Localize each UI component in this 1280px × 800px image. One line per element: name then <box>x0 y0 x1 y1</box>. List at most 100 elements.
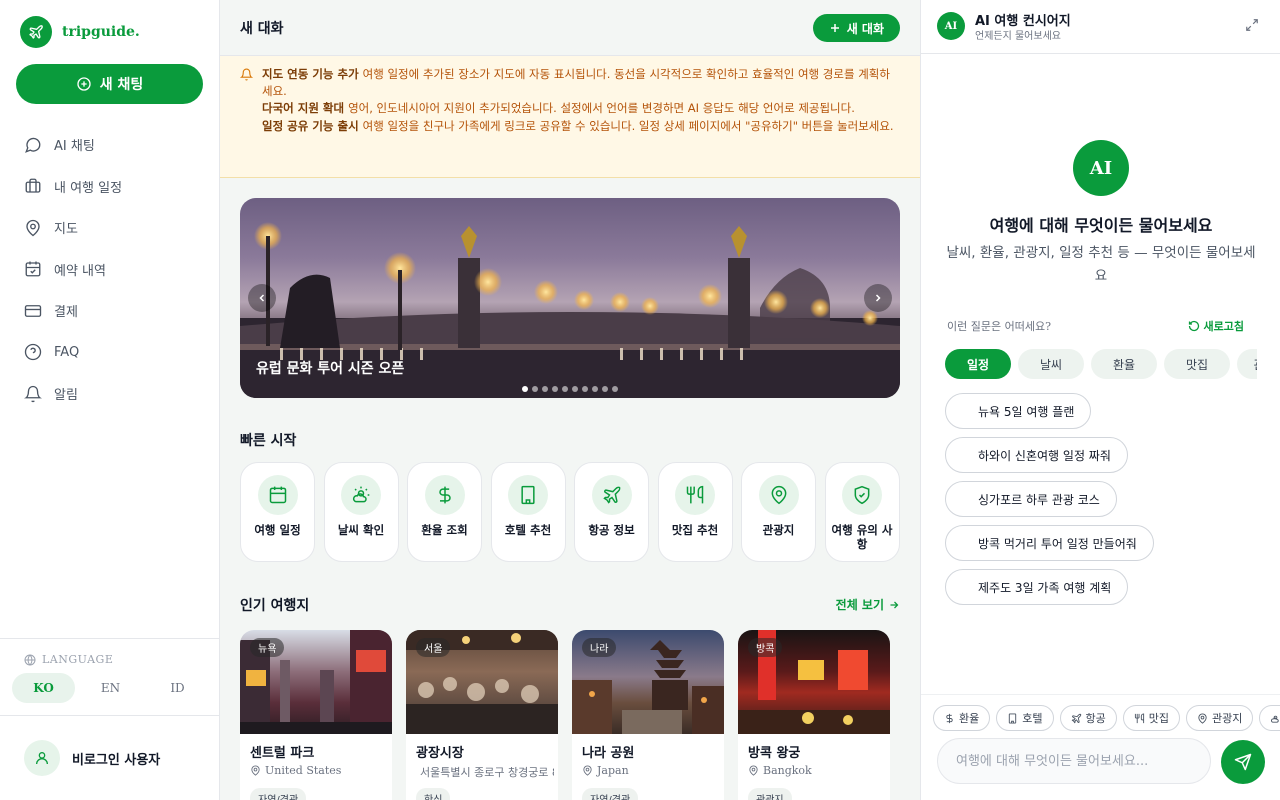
bell-icon <box>240 68 253 81</box>
brand-logo[interactable]: tripguide. <box>20 16 140 48</box>
sidebar-item-payment[interactable]: 결제 <box>0 290 219 332</box>
quick-icon-wrap <box>508 475 548 515</box>
sidebar-item-label: 내 여행 일정 <box>54 180 123 196</box>
carousel-dot[interactable] <box>592 386 598 392</box>
destination-card[interactable]: 서울 광장시장 서울특별시 종로구 창경궁로 88 한식 <box>406 630 558 800</box>
send-button[interactable] <box>1221 740 1265 784</box>
carousel-dot[interactable] <box>522 386 528 392</box>
language-option-ko[interactable]: KO <box>12 673 75 703</box>
carousel-dot[interactable] <box>542 386 548 392</box>
chip-label: 호텔 <box>1022 712 1043 725</box>
chip-attractions[interactable]: 관광지 <box>1186 705 1254 731</box>
destination-tag: 나라 <box>582 638 617 657</box>
suggestion-chip[interactable]: 하와이 신혼여행 일정 짜줘 <box>945 437 1128 473</box>
quick-start-label: 항공 정보 <box>588 523 635 537</box>
new-chat-button[interactable]: 새 채팅 <box>16 64 203 104</box>
dollar-icon <box>438 486 451 504</box>
chip-restaurant[interactable]: 맛집 <box>1122 705 1180 731</box>
quick-start-exchange[interactable]: 환율 조회 <box>407 462 482 562</box>
language-label: LANGUAGE <box>42 653 114 666</box>
credit-card-icon <box>24 304 42 317</box>
hero-next-button[interactable] <box>864 284 892 312</box>
destination-image: 방콕 <box>738 630 890 734</box>
destination-card[interactable]: 방콕 방콕 왕궁 Bangkok 관광지 <box>738 630 890 800</box>
expand-button[interactable] <box>1245 18 1259 32</box>
chat-input[interactable] <box>956 753 1196 769</box>
quick-start-restaurant[interactable]: 맛집 추천 <box>657 462 733 562</box>
language-option-en[interactable]: EN <box>79 673 142 703</box>
category-tab-itinerary[interactable]: 일정 <box>945 349 1011 379</box>
refresh-button[interactable]: 새로고침 <box>1188 318 1244 334</box>
sidebar-item-my-trips[interactable]: 내 여행 일정 <box>0 166 219 208</box>
brand-name: tripguide. <box>62 24 140 40</box>
category-tab-exchange[interactable]: 환율 <box>1091 349 1157 379</box>
quick-start-itinerary[interactable]: 여행 일정 <box>240 462 315 562</box>
chip-flight[interactable]: 항공 <box>1059 705 1117 731</box>
quick-start-label: 호텔 추천 <box>504 523 552 537</box>
hero-carousel[interactable]: 유럽 문화 투어 시즌 오픈 <box>240 198 900 398</box>
sidebar-item-faq[interactable]: FAQ <box>0 332 219 374</box>
sidebar-item-notifications[interactable]: 알림 <box>0 373 219 415</box>
map-pin-icon <box>583 765 592 776</box>
quick-start-attractions[interactable]: 관광지 <box>741 462 816 562</box>
see-all-link[interactable]: 전체 보기 <box>836 596 900 613</box>
carousel-dot[interactable] <box>562 386 568 392</box>
user-profile[interactable]: 비로그인 사용자 <box>24 740 160 776</box>
quick-start-hotel[interactable]: 호텔 추천 <box>490 462 566 562</box>
send-icon <box>1234 753 1252 771</box>
suggestion-chip[interactable]: 제주도 3일 가족 여행 계획 <box>945 569 1129 605</box>
notice-banner: 지도 연동 기능 추가 여행 일정에 추가된 장소가 지도에 자동 표시됩니다. … <box>220 56 920 178</box>
chip-label: 맛집 <box>1148 712 1169 725</box>
carousel-dot[interactable] <box>552 386 558 392</box>
quick-start-list: 여행 일정 날씨 확인 환율 조회 호텔 추천 항공 정보 맛집 추천 관광지 <box>240 462 900 562</box>
assistant-header: AI AI 여행 컨시어지 언제든지 물어보세요 <box>921 0 1280 54</box>
destination-category: 자연/경관 <box>582 788 639 800</box>
sidebar-item-label: 알림 <box>54 388 78 404</box>
chip-label: 항공 <box>1085 712 1106 725</box>
carousel-dot[interactable] <box>612 386 618 392</box>
sidebar-item-bookings[interactable]: 예약 내역 <box>0 249 219 291</box>
utensils-icon <box>1134 712 1144 723</box>
language-options: KO EN ID <box>12 673 213 703</box>
chip-exchange[interactable]: 환율 <box>933 705 991 731</box>
assistant-avatar: AI <box>937 12 965 40</box>
sidebar-item-ai-chat[interactable]: AI 채팅 <box>0 124 219 166</box>
suggestion-chip[interactable]: 뉴욕 5일 여행 플랜 <box>945 393 1092 429</box>
sidebar-item-map[interactable]: 지도 <box>0 207 219 249</box>
notice-item: 일정 공유 기능 출시 여행 일정을 친구나 가족에게 링크로 공유할 수 있습니… <box>262 118 900 135</box>
chevron-right-icon <box>875 294 881 302</box>
destination-category: 한식 <box>416 788 451 800</box>
quick-start-label: 날씨 확인 <box>337 523 385 537</box>
destination-card[interactable]: 뉴욕 센트럴 파크 United States 자연/경관 <box>240 630 392 800</box>
destination-name: 센트럴 파크 <box>250 746 315 761</box>
language-option-id[interactable]: ID <box>146 673 209 703</box>
suggestion-chip[interactable]: 싱가포르 하루 관광 코스 <box>945 481 1117 517</box>
quick-start-travel-advisory[interactable]: 여행 유의 사항 <box>824 462 900 562</box>
suggestion-chip[interactable]: 방콕 먹거리 투어 일정 만들어줘 <box>945 525 1154 561</box>
hero-caption: 유럽 문화 투어 시즌 오픈 <box>256 361 405 377</box>
plane-icon <box>1071 713 1081 723</box>
carousel-dot[interactable] <box>532 386 538 392</box>
new-conversation-button[interactable]: 새 대화 <box>812 14 900 42</box>
chip-hotel[interactable]: 호텔 <box>996 705 1054 731</box>
destination-card[interactable]: 나라 나라 공원 Japan 자연/경관 <box>572 630 724 800</box>
carousel-dot[interactable] <box>582 386 588 392</box>
quick-start-flight[interactable]: 항공 정보 <box>574 462 649 562</box>
chip-weather[interactable]: 날씨 <box>1259 705 1280 731</box>
page-title: 새 대화 <box>240 21 284 37</box>
map-pin-icon <box>251 765 260 776</box>
refresh-icon <box>1188 320 1199 332</box>
category-tab-attractions[interactable]: 관광지 <box>1237 349 1257 379</box>
category-tab-restaurant[interactable]: 맛집 <box>1164 349 1230 379</box>
quick-icon-wrap <box>341 475 381 515</box>
destination-category: 자연/경관 <box>250 788 307 800</box>
arrow-right-icon <box>890 601 899 608</box>
destination-location-text: United States <box>265 764 342 777</box>
quick-start-label: 여행 일정 <box>254 523 301 537</box>
category-tab-weather[interactable]: 날씨 <box>1018 349 1084 379</box>
quick-start-title: 빠른 시작 <box>240 433 297 449</box>
quick-start-weather[interactable]: 날씨 확인 <box>323 462 399 562</box>
carousel-dot[interactable] <box>572 386 578 392</box>
carousel-dot[interactable] <box>602 386 608 392</box>
hero-prev-button[interactable] <box>248 284 276 312</box>
